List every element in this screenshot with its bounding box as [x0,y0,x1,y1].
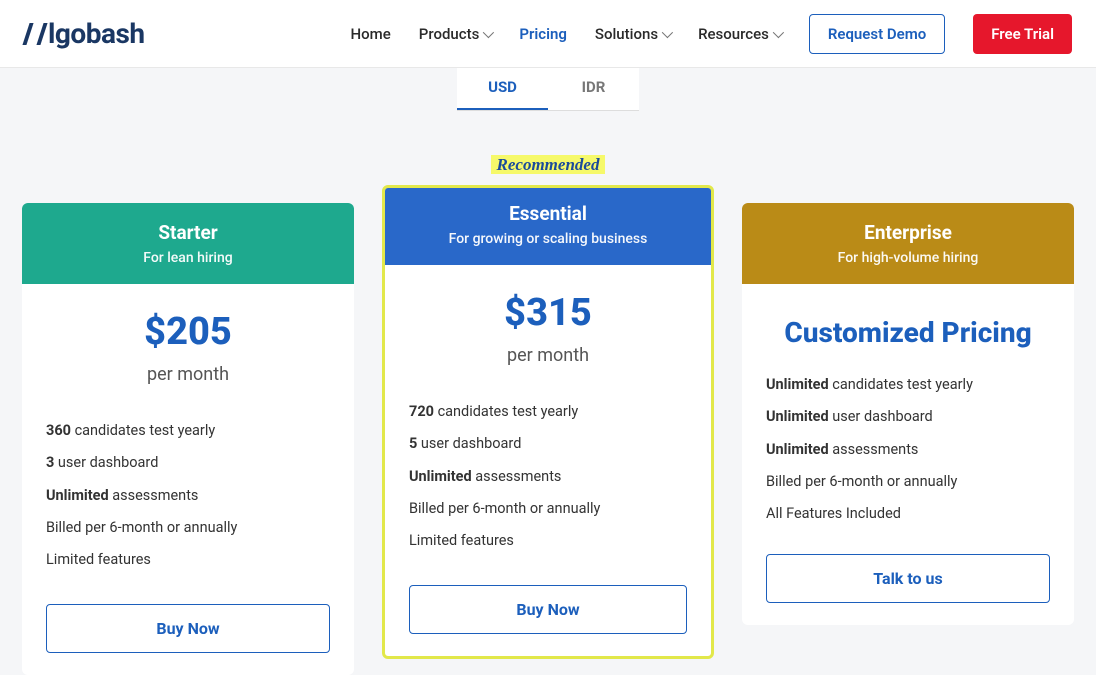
plan-price: $205 [46,310,330,354]
feature-text: user dashboard [54,454,158,471]
plan-subtitle: For growing or scaling business [395,231,701,247]
feature-text: assessments [829,441,919,458]
recommended-text: Recommended [491,155,606,174]
feature-bold: Unlimited [409,468,472,485]
recommended-badge: Recommended [0,155,1096,175]
feature-text: user dashboard [829,408,933,425]
main-nav: Home Products Pricing Solutions Resource… [351,14,1072,54]
nav-products-label: Products [419,25,480,43]
plan-starter-body: $205 per month 360 candidates test yearl… [22,284,354,675]
feature-bold: Unlimited [766,441,829,458]
nav-resources[interactable]: Resources [698,25,781,43]
plan-enterprise-body: Customized Pricing Unlimited candidates … [742,284,1074,625]
logo-icon [24,23,46,45]
nav-resources-label: Resources [698,25,769,43]
feature-text: assessments [109,487,199,504]
plan-enterprise: Enterprise For high-volume hiring Custom… [742,203,1074,625]
nav-solutions[interactable]: Solutions [595,25,670,43]
free-trial-button[interactable]: Free Trial [973,14,1072,54]
plan-starter: Starter For lean hiring $205 per month 3… [22,203,354,675]
feature-bold: Unlimited [46,487,109,504]
plan-enterprise-header: Enterprise For high-volume hiring [742,203,1074,284]
feature-item: Unlimited candidates test yearly [766,369,1050,401]
feature-item: 360 candidates test yearly [46,415,330,447]
feature-item: All Features Included [766,498,1050,530]
feature-bold: 720 [409,403,434,420]
feature-item: Unlimited user dashboard [766,401,1050,433]
feature-item: 3 user dashboard [46,447,330,479]
request-demo-button[interactable]: Request Demo [809,14,945,54]
tab-usd[interactable]: USD [457,68,548,110]
feature-text: assessments [472,468,562,485]
feature-item: Unlimited assessments [409,461,687,493]
feature-item: Billed per 6-month or annually [409,493,687,525]
tab-idr[interactable]: IDR [548,68,639,110]
logo-text: lgobash [48,17,145,50]
feature-list: 360 candidates test yearly 3 user dashbo… [46,415,330,576]
buy-now-button[interactable]: Buy Now [46,604,330,653]
plan-title: Enterprise [752,221,1064,244]
chevron-down-icon [483,26,494,37]
feature-item: Billed per 6-month or annually [46,512,330,544]
pricing-grid: Starter For lean hiring $205 per month 3… [0,185,1096,675]
talk-to-us-button[interactable]: Talk to us [766,554,1050,603]
plan-custom-price: Customized Pricing [766,310,1050,349]
site-header: lgobash Home Products Pricing Solutions … [0,0,1096,68]
nav-products[interactable]: Products [419,25,492,43]
feature-bold: Unlimited [766,376,829,393]
feature-bold: 360 [46,422,71,439]
plan-period: per month [409,345,687,366]
buy-now-button[interactable]: Buy Now [409,585,687,634]
plan-title: Starter [32,221,344,244]
nav-home[interactable]: Home [351,25,391,43]
chevron-down-icon [662,26,673,37]
feature-item: Unlimited assessments [766,434,1050,466]
plan-period: per month [46,364,330,385]
feature-item: 5 user dashboard [409,428,687,460]
plan-starter-header: Starter For lean hiring [22,203,354,284]
chevron-down-icon [773,26,784,37]
plan-essential-header: Essential For growing or scaling busines… [385,188,711,265]
nav-solutions-label: Solutions [595,25,658,43]
feature-text: candidates test yearly [434,403,578,420]
plan-essential: Essential For growing or scaling busines… [382,185,714,659]
feature-item: Billed per 6-month or annually [766,466,1050,498]
feature-text: user dashboard [417,435,521,452]
plan-subtitle: For lean hiring [32,250,344,266]
feature-list: Unlimited candidates test yearly Unlimit… [766,369,1050,530]
plan-title: Essential [395,202,701,225]
feature-bold: Unlimited [766,408,829,425]
plan-subtitle: For high-volume hiring [752,250,1064,266]
feature-list: 720 candidates test yearly 5 user dashbo… [409,396,687,557]
feature-text: candidates test yearly [829,376,973,393]
nav-pricing[interactable]: Pricing [519,25,567,43]
plan-essential-body: $315 per month 720 candidates test yearl… [385,265,711,656]
currency-tabs: USD IDR [457,68,639,111]
logo[interactable]: lgobash [24,17,145,50]
feature-text: candidates test yearly [71,422,215,439]
feature-item: Unlimited assessments [46,480,330,512]
feature-item: Limited features [46,544,330,576]
feature-item: Limited features [409,525,687,557]
plan-price: $315 [409,291,687,335]
feature-item: 720 candidates test yearly [409,396,687,428]
